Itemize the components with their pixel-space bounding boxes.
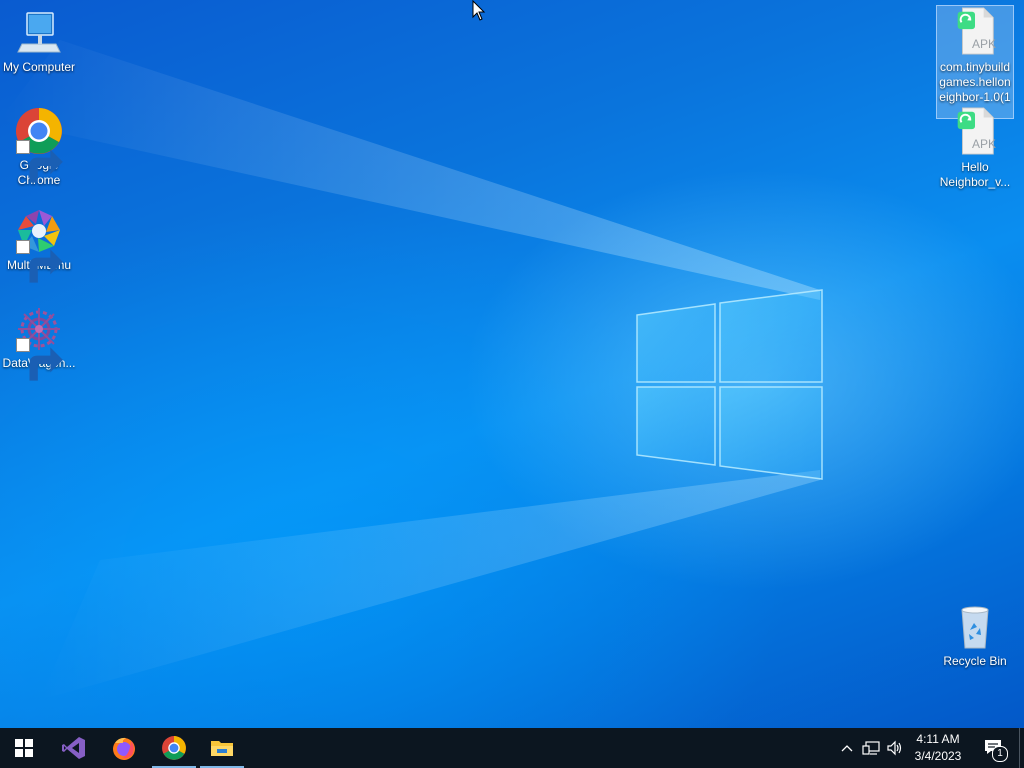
- apk-badge: APK: [972, 37, 997, 51]
- speaker-icon: [887, 740, 902, 756]
- visual-studio-icon: [62, 737, 85, 759]
- desktop-icon-recycle-bin[interactable]: Recycle Bin: [936, 602, 1014, 669]
- icon-label: Recycle Bin: [943, 654, 1007, 668]
- start-button[interactable]: [0, 728, 48, 768]
- desktop[interactable]: My Computer Google Chrome: [0, 0, 1024, 728]
- recycle-bin-icon: [950, 602, 1000, 652]
- clock-date: 3/4/2023: [914, 749, 962, 763]
- network-icon: [862, 741, 880, 755]
- desktop-icon-apk-hello-neighbor[interactable]: APK Hello Neighbor_v...: [936, 106, 1014, 190]
- chevron-up-icon: [841, 745, 853, 752]
- desktop-icon-google-chrome[interactable]: Google Chrome: [0, 106, 78, 188]
- taskbar-file-explorer[interactable]: [198, 728, 246, 768]
- apk-badge: APK: [972, 137, 997, 151]
- show-hidden-icons-button[interactable]: [838, 728, 856, 768]
- icon-label: com.tinybuild: [939, 60, 1011, 74]
- wallpaper: [0, 40, 823, 700]
- mouse-cursor-icon: [472, 0, 486, 21]
- windows-logo-icon: [15, 739, 33, 757]
- apk-file-icon: APK: [950, 106, 1000, 158]
- icon-label: My Computer: [2, 60, 76, 74]
- chrome-icon: [162, 736, 186, 760]
- show-desktop-button[interactable]: [1019, 728, 1020, 768]
- taskbar-visual-studio[interactable]: [50, 728, 98, 768]
- desktop-icon-apk-hello-neighbor-full[interactable]: APK com.tinybuild games.hellon eighbor-1…: [936, 5, 1014, 119]
- icon-label-line2: Neighbor_v...: [939, 175, 1011, 189]
- action-center-button[interactable]: 1: [978, 728, 1008, 768]
- folder-icon: [211, 741, 233, 756]
- taskbar-chrome[interactable]: [150, 728, 198, 768]
- network-button[interactable]: [860, 728, 882, 768]
- volume-button[interactable]: [884, 728, 906, 768]
- firefox-icon: [113, 737, 135, 760]
- memu-icon: [14, 206, 64, 283]
- icon-label-line2: games.hellon: [939, 75, 1011, 89]
- clock-time: 4:11 AM: [916, 732, 960, 746]
- shortcut-arrow-icon: [16, 140, 63, 183]
- desktop-icon-datawagon[interactable]: DataWagon...: [0, 304, 78, 381]
- computer-icon: [14, 8, 64, 58]
- shortcut-arrow-icon: [16, 338, 63, 381]
- icon-label-line3: eighbor-1.0(1: [939, 90, 1011, 104]
- windows-logo-wallpaper: [636, 289, 823, 480]
- clock[interactable]: 4:11 AM 3/4/2023: [908, 731, 968, 765]
- shortcut-arrow-icon: [16, 240, 63, 283]
- icon-label: Hello: [961, 160, 989, 174]
- notification-count-badge: 1: [992, 746, 1008, 762]
- datawagon-icon: [14, 304, 64, 381]
- desktop-icon-my-computer[interactable]: My Computer: [0, 8, 78, 75]
- apk-file-icon: APK: [950, 6, 1000, 58]
- taskbar: 4:11 AM 3/4/2023 1: [0, 728, 1024, 768]
- chrome-icon: [14, 106, 64, 183]
- taskbar-firefox[interactable]: [100, 728, 148, 768]
- desktop-icon-multi-memu[interactable]: Multi-MEmu: [0, 206, 78, 283]
